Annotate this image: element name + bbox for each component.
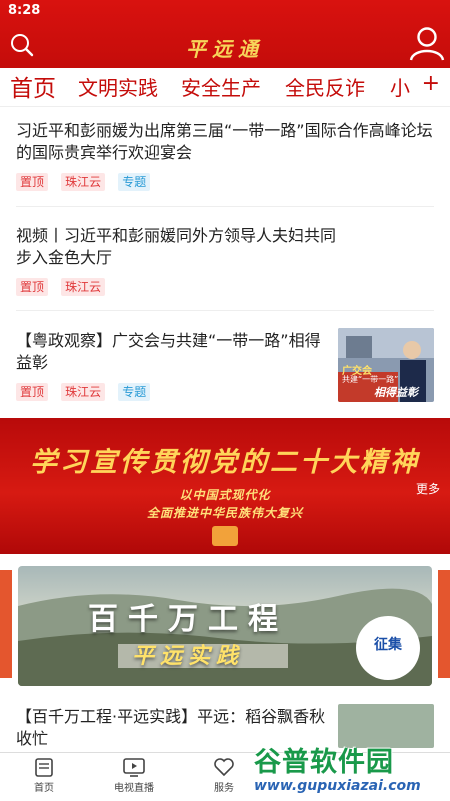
- banner-subtitle: 以中国式现代化: [179, 488, 271, 502]
- tag-source: 珠江云: [61, 173, 106, 191]
- tag-top: 置顶: [16, 278, 49, 296]
- news-item[interactable]: 【粤政观察】广交会与共建“一带一路”相得益彰 置顶 珠江云 专题: [16, 330, 326, 401]
- tab-civilization[interactable]: 文明实践: [78, 72, 158, 101]
- app-logo: 平远通: [186, 37, 264, 61]
- banner-subtitle: 全面推进中华民族伟大复兴: [146, 506, 303, 520]
- news-title: 习近平和彭丽媛为出席第三届“一带一路”国际合作高峰论坛的国际贵宾举行欢迎宴会: [16, 121, 433, 162]
- tabbar-home[interactable]: 首页: [4, 757, 84, 794]
- tag-top: 置顶: [16, 173, 49, 191]
- slide-badge-text: 征集: [374, 637, 402, 653]
- profile-icon[interactable]: [408, 24, 446, 62]
- tv-icon: [123, 758, 145, 777]
- divider: [16, 310, 434, 311]
- news-item[interactable]: 视频丨习近平和彭丽媛同外方领导人夫妇共同步入金色大厅 置顶 珠江云: [16, 225, 434, 296]
- tabbar-label: 首页: [34, 783, 54, 794]
- banner-more-link[interactable]: 更多: [416, 480, 440, 497]
- status-time: 8:28: [8, 3, 41, 18]
- add-channel-icon[interactable]: +: [422, 71, 440, 96]
- tabbar-label: 电视直播: [114, 783, 154, 794]
- news-icon: [35, 758, 53, 777]
- tab-antifraud[interactable]: 全民反诈: [285, 72, 365, 101]
- tag-topic: 专题: [118, 173, 151, 191]
- party-emblem-icon: [212, 526, 238, 546]
- watermark-url: www.gupuxiazai.com: [254, 778, 421, 794]
- tab-home[interactable]: 首页: [10, 69, 56, 103]
- site-watermark: 谷普软件园 www.gupuxiazai.com: [248, 740, 448, 798]
- tag-source: 珠江云: [61, 278, 106, 296]
- news-title: 【粤政观察】广交会与共建“一带一路”相得益彰: [16, 331, 321, 372]
- tag-topic: 专题: [118, 383, 151, 401]
- tabbar-label: 服务: [214, 783, 234, 794]
- tag-source: 珠江云: [61, 383, 106, 401]
- slide-subtitle: 平远实践: [131, 643, 244, 669]
- thumb-caption: 相得益彰: [374, 386, 418, 399]
- watermark-name: 谷普软件园: [254, 747, 394, 778]
- carousel-dots: [204, 678, 244, 686]
- banner-title: 学习宣传贯彻党的二十大精神: [30, 447, 420, 478]
- tab-more-channel[interactable]: 小: [390, 72, 410, 101]
- news-item[interactable]: 习近平和彭丽媛为出席第三届“一带一路”国际合作高峰论坛的国际贵宾举行欢迎宴会 置…: [16, 120, 434, 191]
- slide-badge: 征集: [356, 616, 420, 680]
- slide-title: 百千万工程: [88, 602, 288, 637]
- channel-tabs: 首页 文明实践 安全生产 全民反诈 小 +: [0, 68, 450, 107]
- news-title: 视频丨习近平和彭丽媛同外方领导人夫妇共同步入金色大厅: [16, 226, 337, 267]
- carousel-slide[interactable]: 百千万工程 平远实践 征集: [18, 566, 432, 686]
- app-header: 8:28 平远通: [0, 0, 450, 68]
- heart-icon: [214, 758, 234, 777]
- divider: [16, 206, 434, 207]
- tag-top: 置顶: [16, 383, 49, 401]
- tabbar-live-tv[interactable]: 电视直播: [94, 757, 174, 794]
- tab-safety[interactable]: 安全生产: [181, 72, 261, 101]
- search-icon[interactable]: [10, 33, 34, 57]
- promo-banner[interactable]: 学习宣传贯彻党的二十大精神 以中国式现代化 全面推进中华民族伟大复兴 更多: [0, 418, 450, 554]
- image-carousel[interactable]: 百千万工程 平远实践 征集: [0, 558, 450, 690]
- next-slide-peek[interactable]: [438, 570, 450, 678]
- prev-slide-peek[interactable]: [0, 570, 12, 678]
- news-thumbnail[interactable]: 广交会 共建“一带一路” 相得益彰: [338, 328, 434, 402]
